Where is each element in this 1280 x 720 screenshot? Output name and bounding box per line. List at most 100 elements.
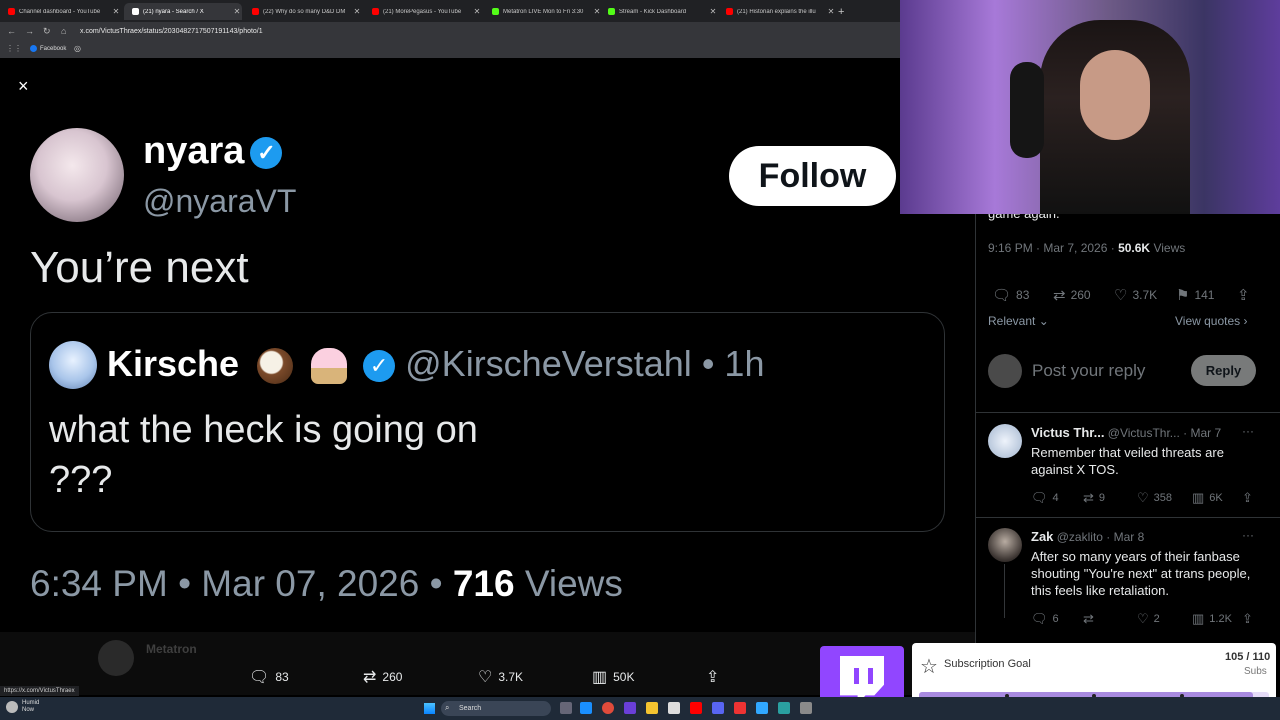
sort-dropdown[interactable]: Relevant ⌄ xyxy=(988,314,1049,328)
app-icon[interactable] xyxy=(734,702,746,714)
weather-widget[interactable]: Humid Now xyxy=(22,700,39,714)
tab-nyara-search[interactable]: (21) nyara - Search / X ✕ xyxy=(124,3,242,20)
comment-repost-action[interactable]: ⇄ 9 xyxy=(1083,490,1105,506)
comment-reply-action[interactable]: 🗨 6 xyxy=(1031,611,1059,627)
tweet-time[interactable]: 6:34 PM • Mar 07, 2026 • xyxy=(30,563,443,604)
more-options-icon[interactable]: ··· xyxy=(1242,528,1254,542)
reply-input[interactable]: Post your reply xyxy=(1032,361,1145,381)
comment-header: Victus Thr... @VictusThr... · Mar 7 xyxy=(1031,425,1221,440)
quote-avatar[interactable] xyxy=(49,341,97,389)
notepad-icon[interactable] xyxy=(668,702,680,714)
author-name[interactable]: nyara ✓ xyxy=(143,130,283,173)
home-icon[interactable]: ⌂ xyxy=(61,26,66,36)
photoshop-icon[interactable] xyxy=(756,702,768,714)
tab-channel-dashboard[interactable]: Channel dashboard - YouTube ✕ xyxy=(0,3,121,20)
bookmark-facebook[interactable]: Facebook xyxy=(30,45,66,52)
comment-date[interactable]: · Mar 7 xyxy=(1183,426,1221,440)
edge-icon[interactable] xyxy=(580,702,592,714)
comment-repost-action[interactable]: ⇄ xyxy=(1083,611,1099,627)
reply-count: 4 xyxy=(1052,492,1059,504)
comment-views-action[interactable]: ▥ 1.2K xyxy=(1192,611,1232,627)
view-quotes-link[interactable]: View quotes › xyxy=(1175,314,1248,328)
view-quotes-label: View quotes xyxy=(1175,314,1241,328)
sidebar-like-action[interactable]: ♡ 3.7K xyxy=(1114,286,1157,304)
taskbar-search[interactable]: Search xyxy=(441,701,551,716)
comment-like-action[interactable]: ♡ 358 xyxy=(1137,490,1172,506)
repost-action[interactable]: ⇄ 260 xyxy=(363,667,402,687)
app-icon[interactable] xyxy=(624,702,636,714)
x-logo-icon xyxy=(132,8,139,15)
tab-historian[interactable]: (21) Historian explains the illu ✕ xyxy=(718,3,836,20)
tab-kick-dashboard[interactable]: Stream - Kick Dashboard ✕ xyxy=(600,3,718,20)
reply-button[interactable]: Reply xyxy=(1191,355,1256,386)
discord-icon[interactable] xyxy=(712,702,724,714)
comment-author-handle[interactable]: @zaklito xyxy=(1057,530,1103,544)
comment-views-action[interactable]: ▥ 6K xyxy=(1192,490,1223,506)
close-icon[interactable]: × xyxy=(18,76,29,97)
like-action[interactable]: ♡ 3.7K xyxy=(478,667,523,687)
tab-metatron-live[interactable]: Metatron LIVE Mon to Fri 3:30 ✕ xyxy=(484,3,602,20)
divider xyxy=(976,517,1280,518)
comment-author-name[interactable]: Victus Thr... xyxy=(1031,425,1104,440)
app-icon[interactable] xyxy=(800,702,812,714)
task-view-icon[interactable] xyxy=(560,702,572,714)
chevron-down-icon: ⌄ xyxy=(1035,314,1049,328)
comment-header: Zak @zaklito · Mar 8 xyxy=(1031,529,1144,544)
app-icon[interactable] xyxy=(778,702,790,714)
sidebar-views-count: 50.6K xyxy=(1118,241,1151,255)
sidebar-timestamp: 9:16 PM · Mar 7, 2026 · 50.6K Views xyxy=(988,241,1185,255)
comment-avatar[interactable] xyxy=(988,528,1022,562)
forward-icon[interactable]: → xyxy=(25,26,34,36)
share-icon: ⇪ xyxy=(1237,287,1250,304)
weather-condition: Humid xyxy=(22,700,40,706)
author-handle[interactable]: @nyaraVT xyxy=(143,183,296,220)
youtube-icon[interactable] xyxy=(690,702,702,714)
comment-author-name[interactable]: Zak xyxy=(1031,529,1053,544)
file-explorer-icon[interactable] xyxy=(646,702,658,714)
reply-action[interactable]: 🗨 83 xyxy=(249,667,289,687)
follow-button[interactable]: Follow xyxy=(729,146,896,206)
reload-icon[interactable]: ↻ xyxy=(43,26,51,37)
tab-label: (21) nyara - Search / X xyxy=(143,8,204,15)
microphone-icon xyxy=(1010,62,1044,158)
comment-date[interactable]: · Mar 8 xyxy=(1106,530,1144,544)
close-tab-icon[interactable]: ✕ xyxy=(232,7,242,16)
quoted-tweet-card[interactable]: Kirsche ✓ @KirscheVerstahl • 1h what the… xyxy=(30,312,945,532)
comment-like-action[interactable]: ♡ 2 xyxy=(1137,611,1160,627)
user-avatar[interactable] xyxy=(988,354,1022,388)
globe-icon[interactable]: ◎ xyxy=(74,44,81,53)
sidebar-repost-action[interactable]: ⇄ 260 xyxy=(1053,286,1091,304)
kick-icon xyxy=(492,8,499,15)
apps-grid-icon[interactable]: ⋮⋮ xyxy=(6,44,22,53)
close-tab-icon[interactable]: ✕ xyxy=(826,7,836,16)
windows-start-icon[interactable] xyxy=(424,703,435,714)
chevron-right-icon: › xyxy=(1240,314,1248,328)
more-options-icon[interactable]: ··· xyxy=(1242,424,1254,438)
close-tab-icon[interactable]: ✕ xyxy=(708,7,718,16)
comment-author-handle[interactable]: @VictusThr... xyxy=(1108,426,1180,440)
sidebar-reply-action[interactable]: 🗨 83 xyxy=(992,286,1029,304)
quote-author-name[interactable]: Kirsche xyxy=(107,343,239,384)
comment-share-action[interactable]: ⇪ xyxy=(1242,611,1253,627)
sidebar-time[interactable]: 9:16 PM · Mar 7, 2026 · xyxy=(988,241,1115,255)
share-action[interactable]: ⇪ xyxy=(706,667,719,687)
back-icon[interactable]: ← xyxy=(7,26,16,36)
chrome-icon[interactable] xyxy=(602,702,614,714)
close-tab-icon[interactable]: ✕ xyxy=(111,7,121,16)
tab-dnd-dm[interactable]: (22) Why do so many D&D DM ✕ xyxy=(244,3,362,20)
weather-icon[interactable] xyxy=(6,701,18,713)
author-avatar[interactable] xyxy=(30,128,124,222)
comment-reply-action[interactable]: 🗨 4 xyxy=(1031,490,1059,506)
views-action[interactable]: ▥ 50K xyxy=(592,667,634,687)
close-tab-icon[interactable]: ✕ xyxy=(472,7,482,16)
comment-avatar[interactable] xyxy=(988,424,1022,458)
close-tab-icon[interactable]: ✕ xyxy=(352,7,362,16)
quote-author-handle[interactable]: @KirscheVerstahl xyxy=(405,343,692,384)
comment-share-action[interactable]: ⇪ xyxy=(1242,490,1253,506)
repost-count: 260 xyxy=(382,670,403,684)
url-field[interactable]: x.com/VictusThraex/status/20304827175071… xyxy=(80,28,263,35)
sidebar-bookmark-action[interactable]: ⚑ 141 xyxy=(1176,286,1214,304)
tab-morepegasus[interactable]: (21) MorePegasus - YouTube ✕ xyxy=(364,3,482,20)
new-tab-button[interactable]: + xyxy=(838,3,858,20)
sidebar-share-action[interactable]: ⇪ xyxy=(1237,286,1250,304)
